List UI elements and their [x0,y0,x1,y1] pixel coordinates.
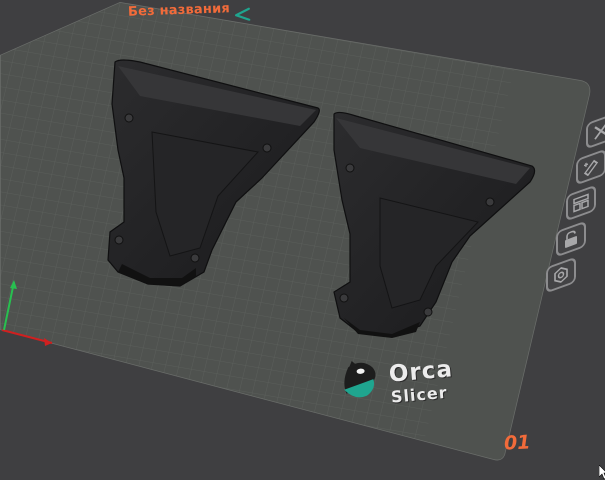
screw-boss [190,253,200,263]
delete-plate-icon [594,122,605,140]
orca-slicer-logo: Orca Slicer [337,346,482,424]
arrange-icon [573,193,589,213]
screw-boss [423,307,433,317]
orca-whale-icon [338,356,388,406]
delete-plate-button[interactable] [586,112,605,150]
plate-toolbar [546,110,605,300]
arrange-button[interactable] [566,184,596,222]
logo-text-slicer: Slicer [390,382,449,407]
pencil-edit-icon[interactable] [233,6,251,21]
auto-orient-button[interactable] [576,148,605,186]
screw-boss [114,235,124,245]
lock-plate-button[interactable] [556,220,586,258]
plate-settings-icon [554,267,568,283]
lock-icon [565,230,577,248]
build-plate [0,0,605,480]
screw-boss [262,143,272,153]
screw-boss [124,113,134,123]
mouse-cursor-icon [599,465,605,479]
plate-settings-button[interactable] [546,256,576,294]
build-plate-viewport[interactable] [0,0,605,480]
auto-orient-icon [583,159,599,177]
screw-boss [339,293,349,303]
plate-number-label: 01 [503,431,532,455]
screw-boss [345,163,355,173]
screw-boss [485,197,495,207]
